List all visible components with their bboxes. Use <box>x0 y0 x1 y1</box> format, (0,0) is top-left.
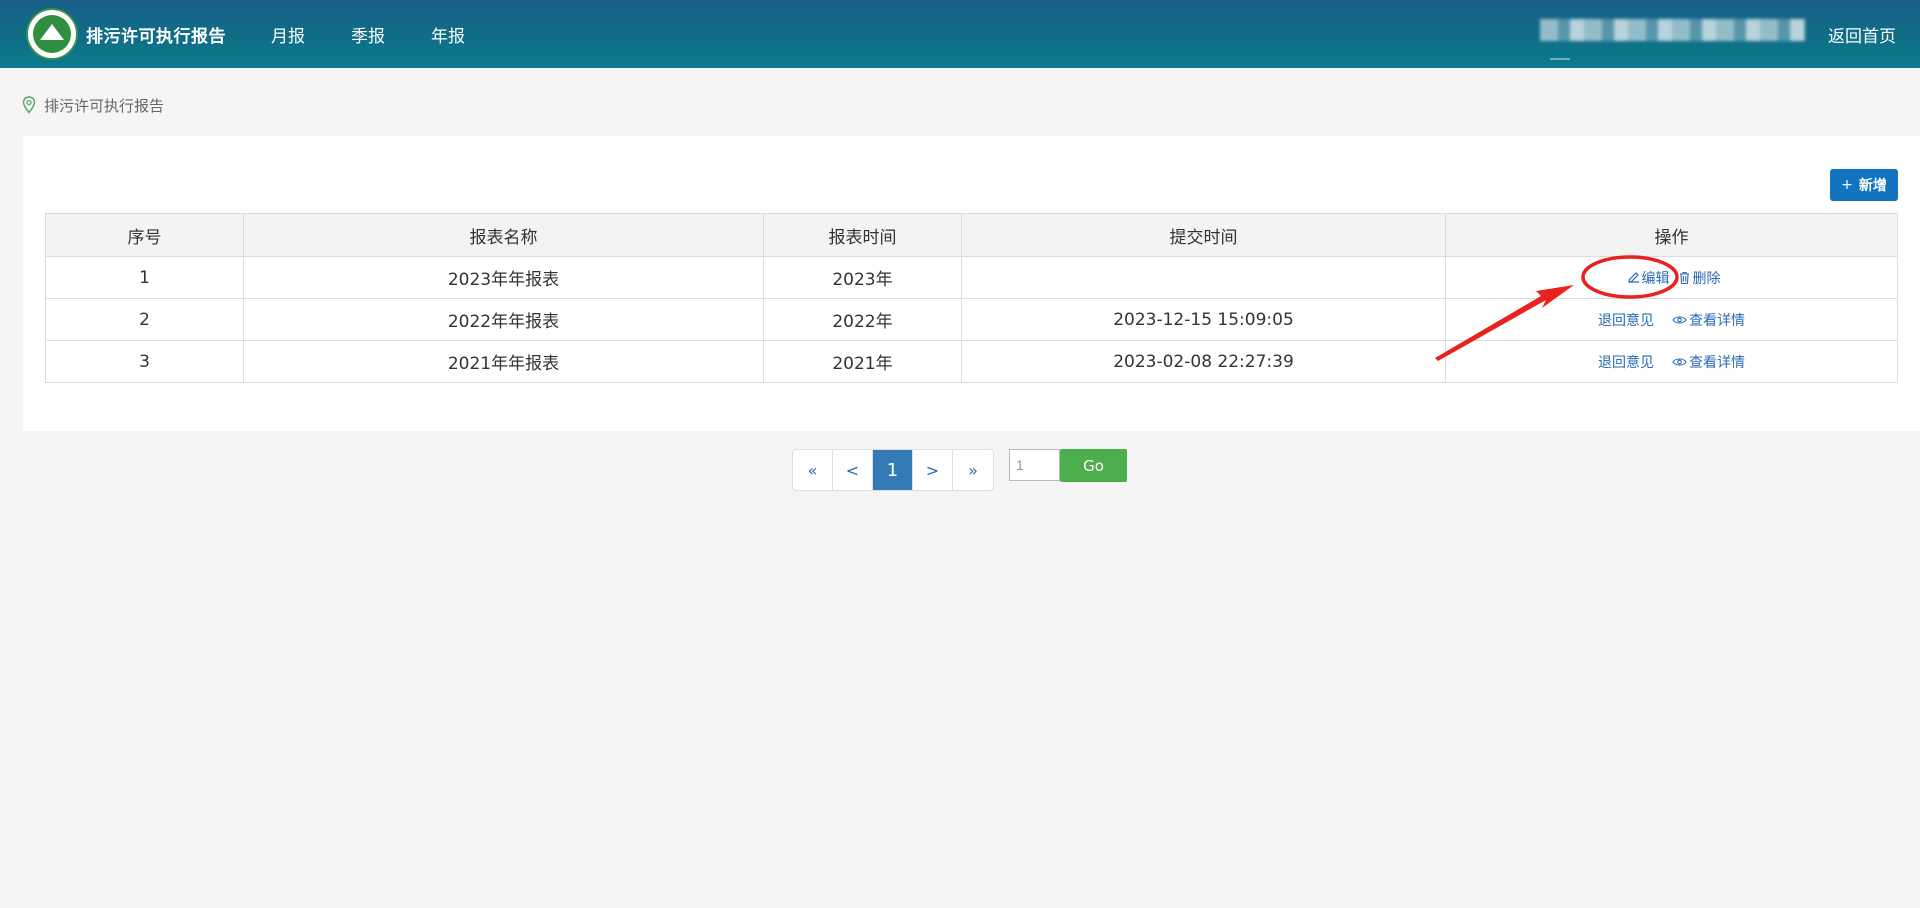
nav-annual[interactable]: 年报 <box>431 22 465 47</box>
cell-index: 1 <box>45 256 244 299</box>
app-title: 排污许可执行报告 <box>86 27 226 47</box>
table-header-row: 序号 报表名称 报表时间 提交时间 操作 <box>45 213 1898 257</box>
add-button-label: 新增 <box>1858 178 1887 194</box>
go-button[interactable]: Go <box>1060 449 1127 482</box>
view-details-link[interactable]: 查看详情 <box>1672 310 1745 330</box>
page-1-button[interactable]: 1 <box>873 450 913 490</box>
cell-period: 2021年 <box>763 340 962 383</box>
breadcrumb-label: 排污许可执行报告 <box>44 96 165 115</box>
cell-period: 2022年 <box>763 298 962 341</box>
edit-button[interactable]: 编辑 <box>1627 268 1670 288</box>
next-page-button[interactable]: > <box>913 450 953 490</box>
view-details-label: 查看详情 <box>1689 312 1745 329</box>
nav-monthly[interactable]: 月报 <box>271 22 305 47</box>
cell-period: 2023年 <box>763 256 962 299</box>
return-opinion-link[interactable]: 退回意见 <box>1598 352 1654 372</box>
table-row: 2 2022年年报表 2022年 2023-12-15 15:09:05 退回意… <box>45 298 1898 341</box>
user-info-redacted-mark <box>1550 58 1570 60</box>
report-table: 序号 报表名称 报表时间 提交时间 操作 1 2023年年报表 2023年 编辑 <box>45 213 1898 383</box>
cell-submitted: 2023-12-15 15:09:05 <box>961 298 1446 341</box>
trash-icon <box>1679 271 1689 284</box>
plus-icon: + <box>1841 177 1853 193</box>
cell-index: 2 <box>45 298 244 341</box>
cell-name: 2022年年报表 <box>243 298 764 341</box>
goto-page-input[interactable] <box>1009 449 1060 481</box>
return-opinion-link[interactable]: 退回意见 <box>1598 310 1654 330</box>
delete-label: 删除 <box>1692 270 1721 287</box>
cell-actions: 编辑 删除 <box>1445 256 1898 299</box>
cell-submitted: 2023-02-08 22:27:39 <box>961 340 1446 383</box>
cell-index: 3 <box>45 340 244 383</box>
col-header-name: 报表名称 <box>243 213 764 257</box>
delete-button[interactable]: 删除 <box>1678 268 1721 288</box>
col-header-submitted: 提交时间 <box>961 213 1446 257</box>
edit-label: 编辑 <box>1641 270 1670 287</box>
cell-name: 2021年年报表 <box>243 340 764 383</box>
prev-page-button[interactable]: < <box>833 450 873 490</box>
breadcrumb: 排污许可执行报告 <box>22 94 164 116</box>
last-page-button[interactable]: » <box>953 450 993 490</box>
col-header-index: 序号 <box>45 213 244 257</box>
cell-submitted <box>961 256 1446 299</box>
col-header-actions: 操作 <box>1445 213 1898 257</box>
first-page-button[interactable]: « <box>793 450 833 490</box>
pagination: « < 1 > » <box>792 449 994 491</box>
user-info-redacted <box>1540 19 1805 41</box>
location-pin-icon <box>22 96 36 114</box>
top-header: MEE 排污许可执行报告 月报 季报 年报 返回首页 <box>0 0 1920 68</box>
cell-name: 2023年年报表 <box>243 256 764 299</box>
back-home-link[interactable]: 返回首页 <box>1828 22 1896 47</box>
table-row: 3 2021年年报表 2021年 2023-02-08 22:27:39 退回意… <box>45 340 1898 383</box>
add-report-button[interactable]: + 新增 <box>1830 169 1898 201</box>
table-row: 1 2023年年报表 2023年 编辑 删除 <box>45 256 1898 299</box>
nav-quarterly[interactable]: 季报 <box>351 22 385 47</box>
col-header-period: 报表时间 <box>763 213 962 257</box>
eye-icon <box>1672 315 1687 324</box>
pencil-icon <box>1627 272 1639 283</box>
view-details-link[interactable]: 查看详情 <box>1672 352 1745 372</box>
mee-logo: MEE <box>26 8 78 60</box>
view-details-label: 查看详情 <box>1689 354 1745 371</box>
eye-icon <box>1672 357 1687 366</box>
cell-actions: 退回意见 查看详情 <box>1445 298 1898 341</box>
cell-actions: 退回意见 查看详情 <box>1445 340 1898 383</box>
